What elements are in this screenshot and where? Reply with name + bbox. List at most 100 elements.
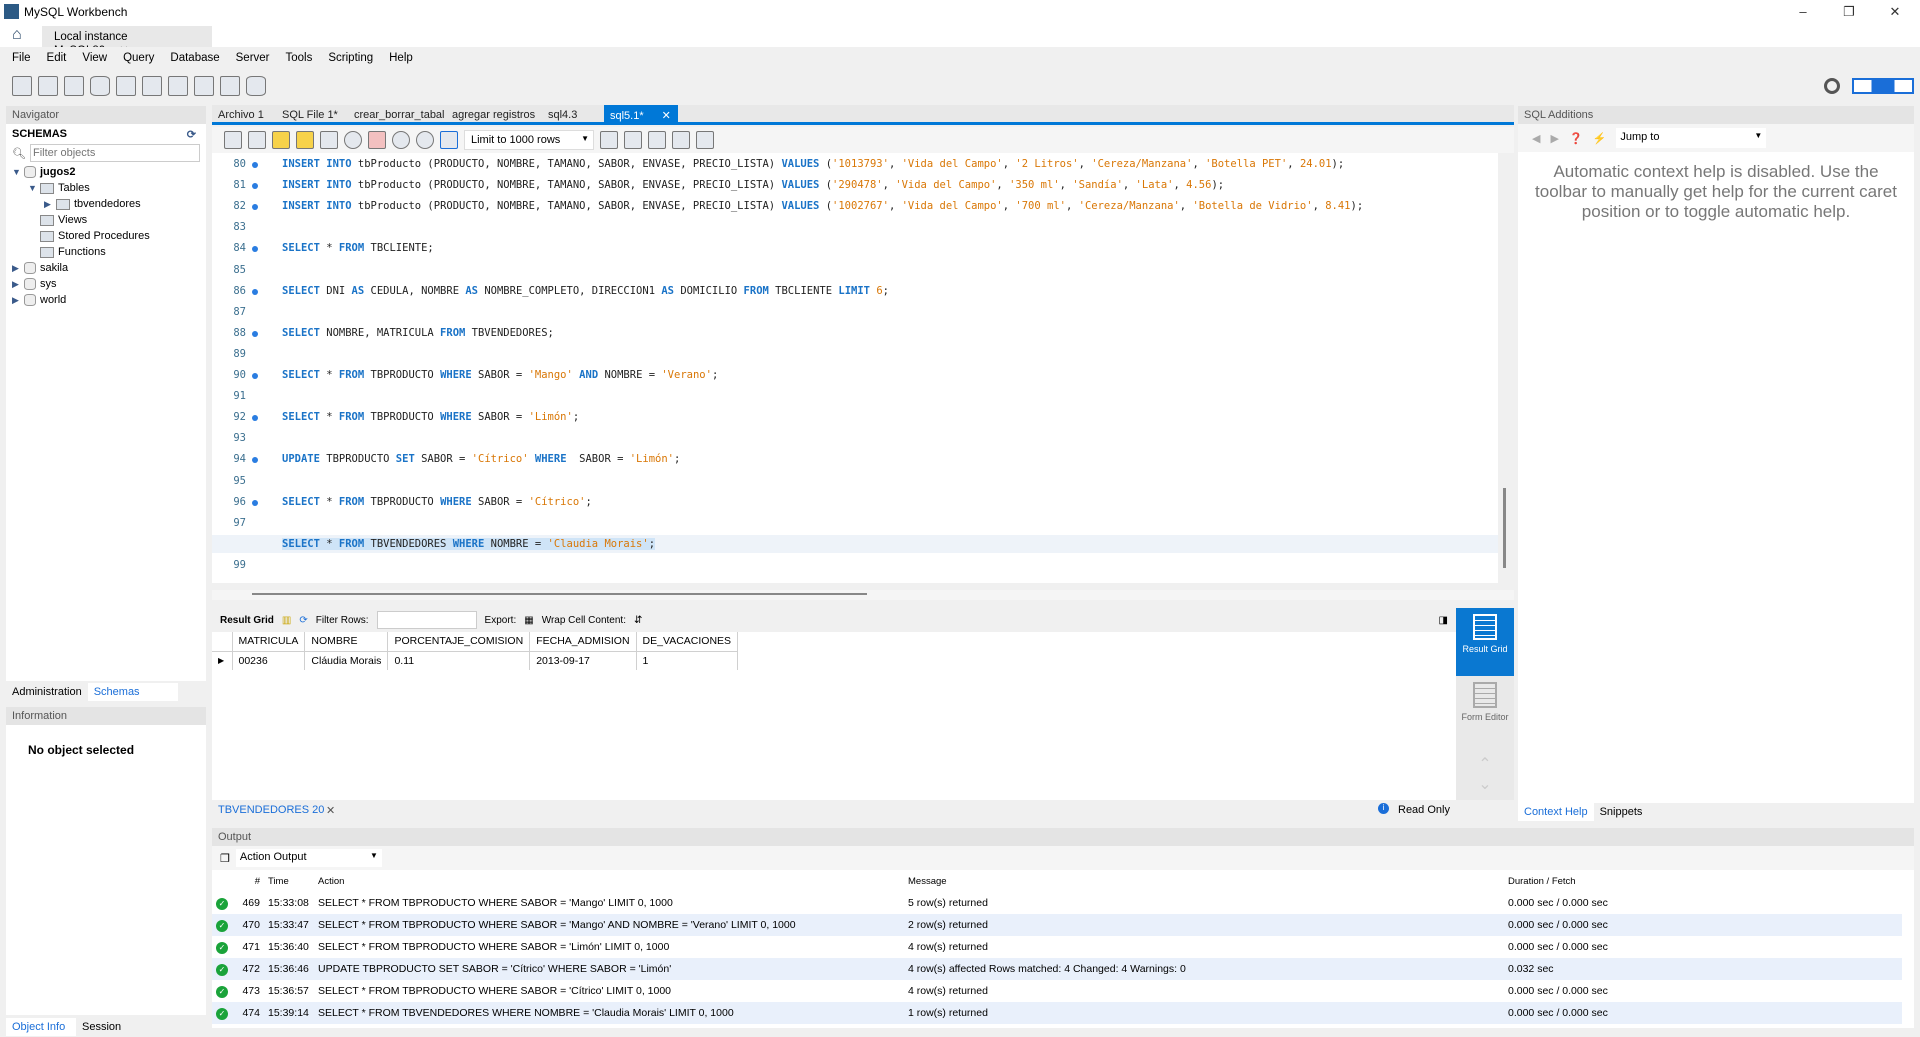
refresh-icon[interactable]: ⟳ [187, 128, 196, 141]
output-row[interactable]: ✓ 473 15:36:57 SELECT * FROM TBPRODUCTO WHE… [212, 980, 1902, 1002]
create-view-icon[interactable] [142, 76, 162, 96]
reconnect-icon[interactable] [246, 76, 266, 96]
menu-scripting[interactable]: Scripting [320, 47, 381, 70]
toggle-error-stop-icon[interactable] [368, 131, 386, 149]
result-grid-button[interactable]: Result Grid [1456, 608, 1514, 676]
open-file-icon[interactable] [224, 131, 242, 149]
rollback-icon[interactable] [416, 131, 434, 149]
table-cell[interactable]: Cláudia Morais [304, 651, 389, 670]
form-editor-button[interactable]: Form Editor [1456, 676, 1514, 744]
collapsed-arrow-icon[interactable]: ▶ [12, 295, 24, 306]
editor-vertical-scrollbar[interactable] [1503, 488, 1506, 568]
editor-tab[interactable]: Archivo 1 [212, 105, 270, 125]
editor-tab[interactable]: sql5.1* ✕ [604, 105, 678, 125]
code-line[interactable]: SELECT * FROM TBPRODUCTO WHERE SABOR = '… [282, 369, 718, 381]
action-output-table[interactable]: # Time Action Message Duration / Fetch ✓ 469 15… [212, 870, 1914, 1024]
execute-current-icon[interactable] [296, 131, 314, 149]
grid-icon[interactable]: ▥ [282, 615, 291, 626]
close-button[interactable]: ✕ [1880, 4, 1910, 20]
wrap-cell-icon[interactable]: ⇵ [634, 615, 642, 626]
save-icon[interactable] [248, 131, 266, 149]
code-line[interactable]: INSERT INTO tbProducto (PRODUCTO, NOMBRE… [282, 200, 1363, 212]
code-line[interactable]: SELECT NOMBRE, MATRICULA FROM TBVENDEDOR… [282, 327, 554, 339]
tree-node[interactable]: ▶ sys [12, 278, 200, 294]
output-row[interactable]: ✓ 471 15:36:40 SELECT * FROM TBPRODUCTO WHE… [212, 936, 1902, 958]
tab-schemas[interactable]: Schemas [87, 683, 178, 701]
code-line[interactable]: SELECT * FROM TBVENDEDORES WHERE NOMBRE … [282, 537, 656, 550]
invisible-chars-icon[interactable] [672, 131, 690, 149]
editor-tab[interactable]: SQL File 1* [276, 105, 344, 125]
create-schema-icon[interactable] [90, 76, 110, 96]
code-line[interactable]: SELECT * FROM TBCLIENTE; [282, 242, 434, 254]
column-header[interactable]: DE_VACACIONES [636, 632, 739, 652]
autocommit-icon[interactable] [440, 131, 458, 149]
filter-objects-input[interactable] [29, 144, 200, 162]
export-icon[interactable]: ▦ [524, 615, 533, 626]
code-line[interactable]: SELECT * FROM TBPRODUCTO WHERE SABOR = '… [282, 496, 592, 508]
word-wrap-icon[interactable] [696, 131, 714, 149]
layout-toggle-icons[interactable] [1852, 78, 1914, 94]
open-sql-script-icon[interactable] [38, 76, 58, 96]
output-row[interactable]: ✓ 474 15:39:14 SELECT * FROM TBVENDEDORES W… [212, 1002, 1902, 1024]
auto-help-icon[interactable]: ⚡ [1593, 132, 1607, 145]
beautify-icon[interactable] [624, 131, 642, 149]
table-cell[interactable]: 2013-09-17 [529, 651, 637, 670]
menu-help[interactable]: Help [381, 47, 421, 70]
tree-node[interactable]: ▶ sakila [12, 262, 200, 278]
find-icon[interactable] [648, 131, 666, 149]
filter-rows-input[interactable] [376, 611, 477, 629]
result-tab[interactable]: TBVENDEDORES 20 [218, 804, 324, 816]
menu-file[interactable]: File [4, 47, 39, 70]
tree-node[interactable]: ▶ world [12, 294, 200, 310]
tab-object-info[interactable]: Object Info [6, 1018, 76, 1036]
settings-gear-icon[interactable] [1824, 78, 1840, 94]
code-line[interactable]: INSERT INTO tbProducto (PRODUCTO, NOMBRE… [282, 179, 1224, 191]
restore-button[interactable]: ❐ [1834, 4, 1864, 20]
refresh-icon[interactable]: ⟳ [299, 615, 307, 626]
output-type-select[interactable]: Action Output ▼ [235, 849, 382, 867]
menu-edit[interactable]: Edit [39, 47, 75, 70]
column-header[interactable]: MATRICULA [232, 632, 306, 652]
expanded-arrow-icon[interactable]: ▼ [12, 167, 24, 177]
toggle-panel-icon[interactable]: ◨ [1439, 615, 1448, 626]
tree-node[interactable]: Functions [12, 246, 200, 262]
create-table-icon[interactable] [116, 76, 136, 96]
forward-icon[interactable]: ▶ [1550, 132, 1558, 145]
close-result-tab-icon[interactable]: ✕ [326, 804, 335, 817]
menu-query[interactable]: Query [115, 47, 162, 70]
code-line[interactable]: INSERT INTO tbProducto (PRODUCTO, NOMBRE… [282, 158, 1344, 170]
table-cell[interactable]: 0.11 [387, 651, 531, 670]
menu-server[interactable]: Server [228, 47, 278, 70]
collapsed-arrow-icon[interactable]: ▶ [12, 263, 24, 274]
connection-tab[interactable]: Local instance MySQL80✕ [42, 26, 212, 57]
column-header[interactable]: FECHA_ADMISION [529, 632, 637, 652]
code-line[interactable]: UPDATE TBPRODUCTO SET SABOR = 'Cítrico' … [282, 453, 680, 465]
expanded-arrow-icon[interactable]: ▼ [28, 183, 40, 193]
tree-node[interactable]: Stored Procedures [12, 230, 200, 246]
menu-tools[interactable]: Tools [278, 47, 321, 70]
editor-tab[interactable]: crear_borrar_tabal [348, 105, 451, 125]
search-table-data-icon[interactable] [220, 76, 240, 96]
limit-rows-select[interactable]: Limit to 1000 rows ▼ [464, 130, 594, 150]
menu-view[interactable]: View [74, 47, 115, 70]
column-header[interactable]: NOMBRE [304, 632, 389, 652]
tree-node[interactable]: Views [12, 214, 200, 230]
tab-session[interactable]: Session [76, 1018, 127, 1036]
collapsed-arrow-icon[interactable]: ▶ [44, 199, 56, 210]
create-function-icon[interactable] [194, 76, 214, 96]
close-tab-icon[interactable]: ✕ [662, 110, 671, 122]
output-row[interactable]: ✓ 472 15:36:46 UPDATE TBPRODUCTO SET SABOR … [212, 958, 1902, 980]
tree-node[interactable]: ▶ tbvendedores [12, 198, 200, 214]
collapsed-arrow-icon[interactable]: ▶ [12, 279, 24, 290]
column-header[interactable]: PORCENTAJE_COMISION [387, 632, 531, 652]
tree-node[interactable]: ▼ jugos2 [12, 166, 200, 182]
editor-horizontal-scrollbar[interactable] [212, 590, 1514, 600]
explain-icon[interactable] [320, 131, 338, 149]
scroll-arrows-icon[interactable]: ⌃ ⌄ [1456, 754, 1514, 794]
output-row[interactable]: ✓ 469 15:33:08 SELECT * FROM TBPRODUCTO WHE… [212, 892, 1902, 914]
code-line[interactable]: SELECT * FROM TBPRODUCTO WHERE SABOR = '… [282, 411, 579, 423]
tab-context-help[interactable]: Context Help [1518, 803, 1594, 821]
inspector-icon[interactable] [64, 76, 84, 96]
menu-database[interactable]: Database [162, 47, 227, 70]
editor-tab[interactable]: agregar registros [446, 105, 541, 125]
